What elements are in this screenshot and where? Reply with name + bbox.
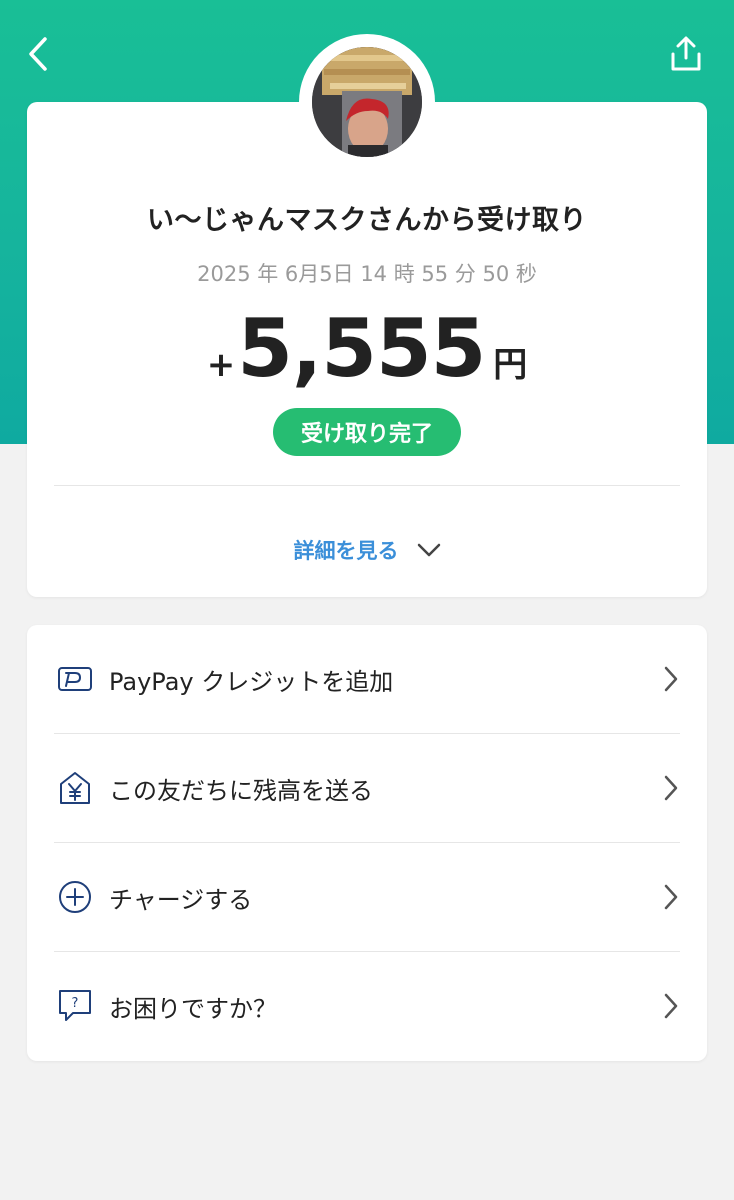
- amount-display: + 5,555 円: [27, 302, 707, 395]
- details-label: 詳細を見る: [293, 539, 399, 563]
- transaction-timestamp: 2025 年 6月5日 14 時 55 分 50 秒: [197, 262, 537, 286]
- actions-card: PayPay クレジットを追加 この友だちに残高を送る チャージする ? お困り…: [27, 625, 707, 1061]
- plus-circle-icon: [55, 877, 95, 917]
- avatar-frame: [299, 34, 435, 170]
- back-button[interactable]: [18, 30, 58, 78]
- svg-text:?: ?: [72, 996, 79, 1011]
- divider: [54, 485, 680, 486]
- help-row[interactable]: ? お困りですか？: [27, 952, 707, 1060]
- chevron-right-icon: [661, 664, 681, 694]
- help-icon: ?: [55, 986, 95, 1026]
- share-button[interactable]: [666, 30, 706, 78]
- chevron-right-icon: [661, 991, 681, 1021]
- receipt-card: い〜じゃんマスクさんから受け取り 2025 年 6月5日 14 時 55 分 5…: [27, 102, 707, 597]
- amount-sign: +: [206, 345, 236, 385]
- currency-unit: 円: [493, 345, 528, 385]
- charge-row[interactable]: チャージする: [27, 843, 707, 951]
- status-badge: 受け取り完了: [273, 408, 461, 456]
- chevron-right-icon: [661, 773, 681, 803]
- avatar[interactable]: [312, 47, 422, 157]
- send-balance-row[interactable]: この友だちに残高を送る: [27, 734, 707, 842]
- amount-value: 5,555: [237, 302, 486, 395]
- add-paypay-credit-row[interactable]: PayPay クレジットを追加: [27, 625, 707, 733]
- action-label: PayPay クレジットを追加: [109, 667, 394, 696]
- paypay-card-icon: [55, 659, 95, 699]
- details-toggle[interactable]: 詳細を見る: [27, 522, 707, 578]
- chevron-right-icon: [661, 882, 681, 912]
- share-icon: [671, 36, 701, 71]
- send-yen-icon: [55, 768, 95, 808]
- chevron-left-icon: [29, 37, 47, 71]
- chevron-down-icon: [417, 543, 441, 557]
- transaction-title: い〜じゃんマスクさんから受け取り: [147, 205, 587, 236]
- action-label: この友だちに残高を送る: [109, 776, 373, 805]
- avatar-image: [312, 47, 422, 157]
- action-label: お困りですか？: [109, 994, 277, 1023]
- action-label: チャージする: [109, 885, 253, 914]
